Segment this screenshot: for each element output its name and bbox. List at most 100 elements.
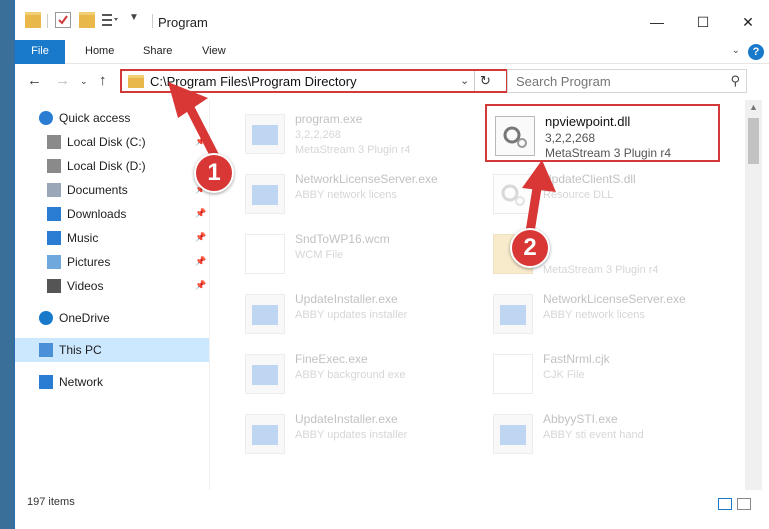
file-item[interactable]: program.exe 3,2,2,268 MetaStream 3 Plugin … [237, 104, 472, 162]
file-item[interactable]: AbbyySTI.exe ABBY sti event hand [485, 404, 720, 462]
file-item[interactable]: FastNrml.cjk CJK File [485, 344, 720, 402]
file-item[interactable]: NetworkLicenseServer.exe ABBY network lic… [485, 284, 720, 342]
sidebar-item-local-disk-d[interactable]: Local Disk (D:)📌 [15, 154, 209, 178]
drive-icon [47, 159, 61, 173]
folder-icon [25, 12, 41, 28]
file-name: UpdateInstaller.exe [295, 292, 398, 306]
sidebar-item-music[interactable]: Music 📌 [15, 226, 209, 250]
refresh-icon[interactable]: ↻ [474, 71, 496, 91]
vertical-scrollbar[interactable]: ▲ [745, 100, 762, 490]
back-arrow-icon[interactable]: ← [27, 72, 42, 89]
close-button[interactable]: ✕ [726, 8, 769, 36]
scroll-up-icon[interactable]: ▲ [749, 102, 758, 112]
tab-file[interactable]: File [15, 40, 65, 64]
maximize-button[interactable]: ☐ [681, 8, 725, 36]
pin-icon[interactable]: 📌 [195, 256, 206, 267]
sidebar-item-label: Local Disk (D:) [67, 159, 146, 173]
item-count: 197 items [27, 496, 75, 508]
search-box[interactable]: ⚲ [507, 69, 747, 93]
explorer-window: ▼ Program — ☐ ✕ File Home Share View ⌄ ?… [14, 0, 769, 529]
network-icon [39, 375, 53, 389]
sidebar-item-label: OneDrive [59, 311, 110, 325]
sidebar-item-pictures[interactable]: Pictures 📌 [15, 250, 209, 274]
ribbon-tabs: File Home Share View ⌄ ? [15, 40, 769, 64]
chevron-down-icon[interactable]: ▼ [129, 12, 145, 28]
customize-quick-access-icon[interactable] [101, 12, 123, 28]
large-icons-view-icon[interactable] [737, 498, 751, 510]
file-name: UpdateClientS.dll [543, 172, 636, 186]
file-description: MetaStream 3 Plugin r4 [543, 264, 659, 276]
file-name: AbbyySTI.exe [543, 412, 618, 426]
separator [152, 14, 153, 28]
tab-view[interactable]: View [202, 40, 226, 64]
sidebar-item-downloads[interactable]: Downloads 📌 [15, 202, 209, 226]
chevron-down-icon[interactable]: ⌄ [460, 74, 469, 87]
sidebar-item-this-pc[interactable]: This PC [15, 338, 209, 362]
file-name: FineExec.exe [295, 352, 368, 366]
file-description: ABBY network licens [543, 309, 645, 321]
file-name: UpdateInstaller.exe [295, 412, 398, 426]
sidebar-item-onedrive[interactable]: OneDrive [15, 306, 209, 330]
file-description: Resource DLL [543, 189, 614, 201]
tab-share[interactable]: Share [143, 40, 172, 64]
sidebar-item-network[interactable]: Network [15, 370, 209, 394]
file-item[interactable]: NetworkLicenseServer.exe ABBY network lic… [237, 164, 472, 222]
file-item[interactable]: UpdateClientS.dll Resource DLL [485, 164, 720, 222]
cloud-icon [39, 311, 53, 325]
scrollbar-thumb[interactable] [748, 118, 759, 164]
title-bar: ▼ Program — ☐ ✕ [15, 0, 769, 40]
up-arrow-icon[interactable]: ↑ [99, 72, 107, 89]
pin-icon[interactable]: 📌 [195, 208, 206, 219]
file-item[interactable]: SndToWP16.wcm WCM File [237, 224, 472, 282]
forward-arrow-icon[interactable]: → [55, 72, 70, 89]
search-input[interactable] [516, 71, 716, 91]
exe-file-icon [493, 294, 533, 334]
navigation-bar: ← → ⌄ ↑ C:\Program Files\Program Directo… [15, 64, 769, 100]
sidebar-item-quick-access[interactable]: Quick access [15, 106, 209, 130]
window-title: Program [158, 15, 208, 30]
file-description: 3,2,2,268 [545, 131, 596, 145]
new-folder-icon[interactable] [79, 12, 95, 28]
exe-file-icon [245, 294, 285, 334]
status-bar: 197 items [15, 490, 769, 514]
music-icon [47, 231, 61, 245]
exe-file-icon [245, 114, 285, 154]
computer-icon [39, 343, 53, 357]
doc-file-icon [493, 354, 533, 394]
file-name: NetworkLicenseServer.exe [295, 172, 438, 186]
exe-file-icon [245, 414, 285, 454]
sidebar-item-label: Downloads [67, 207, 127, 221]
file-item[interactable]: FineExec.exe ABBY background exe [237, 344, 472, 402]
file-description: 3,2,2,268 [295, 129, 341, 141]
help-button[interactable]: ? [748, 44, 764, 60]
pin-icon[interactable]: 📌 [195, 136, 206, 147]
file-description: ABBY sti event hand [543, 429, 644, 441]
details-view-icon[interactable] [718, 498, 732, 510]
address-bar[interactable]: C:\Program Files\Program Directory ⌄ ↻ [120, 69, 508, 93]
recent-locations-icon[interactable]: ⌄ [80, 76, 88, 87]
tab-home[interactable]: Home [85, 40, 114, 64]
properties-icon[interactable] [55, 12, 71, 28]
sidebar-item-label: Videos [67, 279, 104, 293]
sidebar-item-videos[interactable]: Videos 📌 [15, 274, 209, 298]
sidebar-item-local-disk-c[interactable]: Local Disk (C:) 📌 [15, 130, 209, 154]
pin-icon[interactable]: 📌 [195, 280, 206, 291]
sidebar-item-label: This PC [59, 343, 102, 357]
pin-icon[interactable]: 📌 [195, 232, 206, 243]
sidebar-item-documents[interactable]: Documents 📌 [15, 178, 209, 202]
file-item[interactable]: UpdateInstaller.exe ABBY updates installe… [237, 404, 472, 462]
minimize-button[interactable]: — [635, 8, 679, 36]
sidebar-item-label: Documents [67, 183, 128, 197]
star-icon [39, 111, 53, 125]
file-name: npviewpoint.dll [545, 114, 631, 129]
file-description: WCM File [295, 249, 344, 261]
sidebar-item-label: Local Disk (C:) [67, 135, 146, 149]
search-icon[interactable]: ⚲ [730, 73, 740, 89]
step-1-badge: 1 [194, 153, 234, 193]
doc-file-icon [245, 234, 285, 274]
address-path[interactable]: C:\Program Files\Program Directory [150, 74, 357, 89]
file-description: ABBY background exe [295, 369, 406, 381]
file-item[interactable]: UpdateInstaller.exe ABBY updates installe… [237, 284, 472, 342]
file-item[interactable]: npviewpoint.dll 3,2,2,268 MetaStream 3 Plu… [485, 104, 720, 162]
expand-ribbon-icon[interactable]: ⌄ [732, 45, 740, 56]
